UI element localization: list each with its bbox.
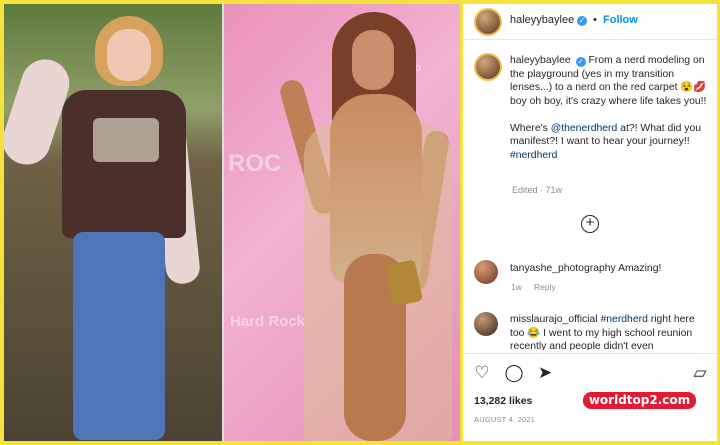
separator-dot: • bbox=[593, 14, 597, 26]
actions-divider bbox=[463, 353, 717, 354]
screenshot-frame: ROC App Hard Rock haleyybaylee ✓ • Follo… bbox=[0, 0, 720, 445]
comment-1-text: Amazing! bbox=[618, 263, 662, 274]
comment-1-reply-button[interactable]: Reply bbox=[534, 282, 556, 292]
post-image: ROC App Hard Rock bbox=[4, 4, 460, 441]
likes-count[interactable]: 13,282 likes bbox=[474, 395, 532, 407]
post-date: AUGUST 4, 2021 bbox=[474, 415, 536, 424]
comment-item-1: tanyashe_photography Amazing! bbox=[510, 262, 710, 276]
girl-shirt bbox=[62, 90, 186, 238]
plus-circle-icon[interactable]: + bbox=[581, 215, 599, 233]
comment-1-age: 1w bbox=[511, 282, 522, 292]
shirt-print bbox=[93, 118, 159, 162]
caption-username[interactable]: haleyybaylee bbox=[510, 55, 571, 66]
comment-icon[interactable]: ◯ bbox=[504, 363, 523, 382]
header-avatar[interactable] bbox=[474, 8, 502, 36]
caption-verified-icon: ✓ bbox=[575, 57, 586, 67]
woman-face bbox=[352, 30, 394, 90]
instagram-post-panel: haleyybaylee ✓ • Follow haleyybaylee ✓ F… bbox=[463, 4, 717, 441]
header-divider bbox=[463, 39, 717, 40]
comment-item-2: misslaurajo_official #nerdherd right her… bbox=[510, 313, 710, 350]
follow-button[interactable]: Follow bbox=[603, 14, 638, 26]
post-caption: haleyybaylee ✓ From a nerd modeling on t… bbox=[510, 54, 712, 162]
edited-meta: Edited · 71w bbox=[512, 185, 563, 195]
caption-mention-link[interactable]: @thenerdherd bbox=[551, 123, 618, 134]
backdrop-hard-rock-text: Hard Rock bbox=[230, 313, 306, 330]
paper-plane-icon[interactable]: ➤ bbox=[536, 363, 554, 382]
comment-avatar-tanyashe[interactable] bbox=[474, 260, 498, 284]
caption-avatar[interactable] bbox=[474, 53, 502, 81]
header-username[interactable]: haleyybaylee bbox=[510, 14, 574, 26]
comment-2-hashtag-link[interactable]: #nerdherd bbox=[600, 314, 647, 325]
caption-hashtag-link[interactable]: #nerdherd bbox=[510, 150, 557, 161]
bookmark-icon[interactable]: ▱ bbox=[691, 363, 709, 382]
comment-1-username[interactable]: tanyashe_photography bbox=[510, 263, 616, 274]
comment-2-username[interactable]: misslaurajo_official bbox=[510, 314, 598, 325]
comment-avatar-misslaurajo[interactable] bbox=[474, 312, 498, 336]
backdrop-roc-text: ROC bbox=[228, 150, 282, 177]
heart-icon[interactable]: ♡ bbox=[473, 363, 491, 382]
caption-text-second-prefix: Where's bbox=[510, 122, 548, 134]
girl-face bbox=[107, 29, 151, 81]
girl-jeans bbox=[73, 232, 165, 440]
verified-icon: ✓ bbox=[577, 16, 587, 26]
watermark: worldtop2.com bbox=[583, 392, 696, 409]
